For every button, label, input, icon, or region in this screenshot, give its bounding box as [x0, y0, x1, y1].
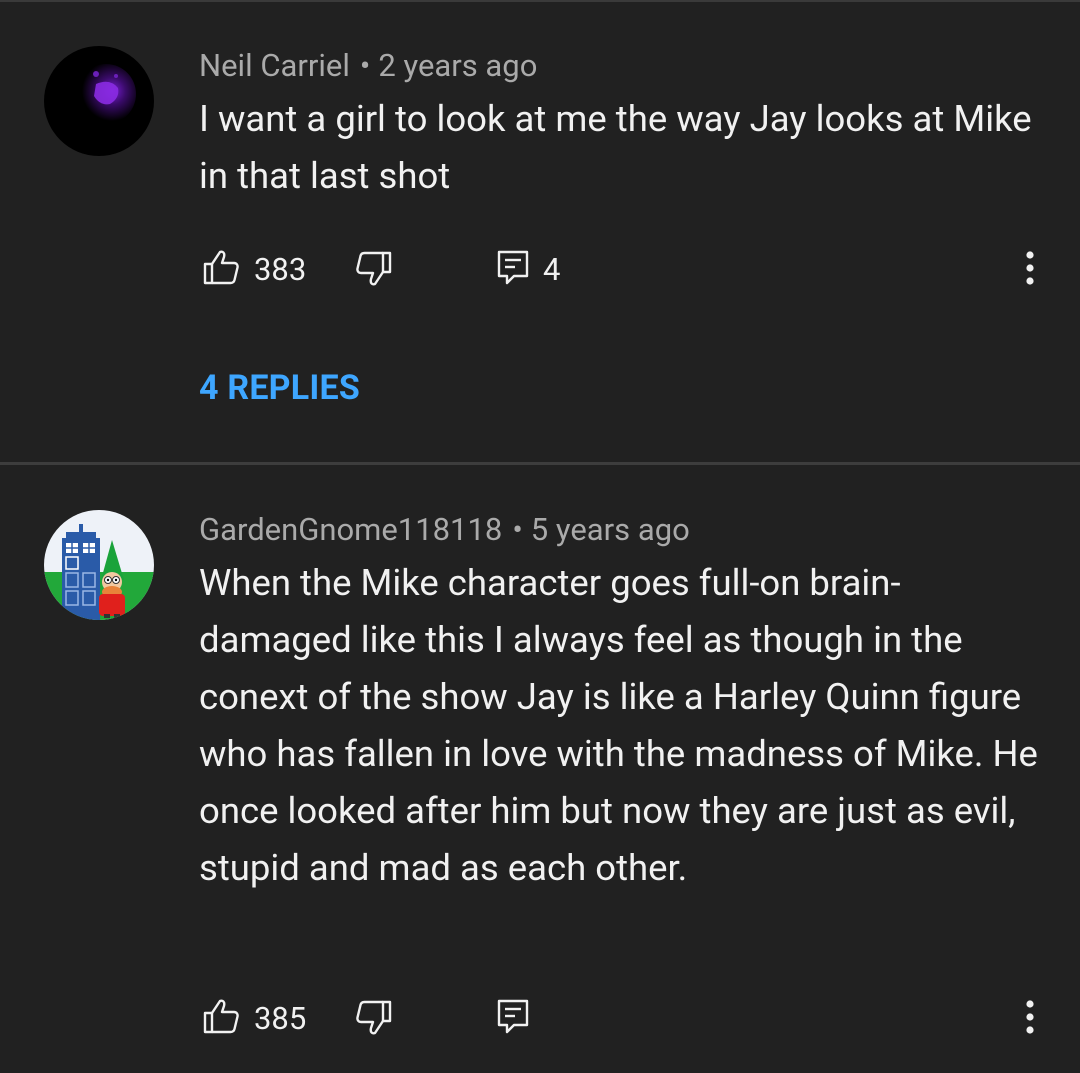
- dark-purple-avatar-icon: [44, 46, 154, 156]
- author-name[interactable]: GardenGnome118118: [199, 511, 502, 548]
- author-name[interactable]: Neil Carriel: [199, 47, 350, 84]
- top-border: [0, 0, 1080, 2]
- meta-separator: •: [512, 511, 523, 548]
- comment-meta: Neil Carriel • 2 years ago: [199, 46, 537, 86]
- comment-time: 2 years ago: [378, 47, 538, 84]
- comment-divider: [0, 462, 1080, 465]
- comment-actions: 385: [0, 995, 1080, 1045]
- comment-time: 5 years ago: [530, 511, 690, 548]
- comment-actions: 383 4: [0, 246, 1080, 296]
- thumb-up-icon[interactable]: [203, 249, 239, 289]
- comment-meta: GardenGnome118118 • 5 years ago: [199, 510, 690, 550]
- thumb-down-icon[interactable]: [356, 251, 392, 291]
- more-vert-icon[interactable]: [1020, 250, 1040, 290]
- more-vert-icon[interactable]: [1020, 999, 1040, 1039]
- avatar[interactable]: [44, 510, 154, 620]
- thumb-up-icon[interactable]: [203, 998, 239, 1038]
- reply-icon[interactable]: [497, 250, 529, 290]
- comment-text: When the Mike character goes full-on bra…: [199, 561, 1038, 889]
- garden-gnome-tardis-avatar-icon: [44, 510, 154, 620]
- like-count: 385: [254, 1000, 307, 1037]
- reply-icon[interactable]: [497, 999, 529, 1039]
- like-count: 383: [254, 251, 307, 288]
- meta-separator: •: [359, 47, 371, 84]
- thumb-down-icon[interactable]: [356, 1000, 392, 1040]
- view-replies-link[interactable]: 4 REPLIES: [199, 366, 360, 410]
- reply-count: 4: [543, 251, 561, 288]
- avatar[interactable]: [44, 46, 154, 156]
- comments-screen: Neil Carriel • 2 years ago I want a girl t…: [0, 0, 1080, 1073]
- comment-text: I want a girl to look at me the way Jay …: [199, 97, 1032, 197]
